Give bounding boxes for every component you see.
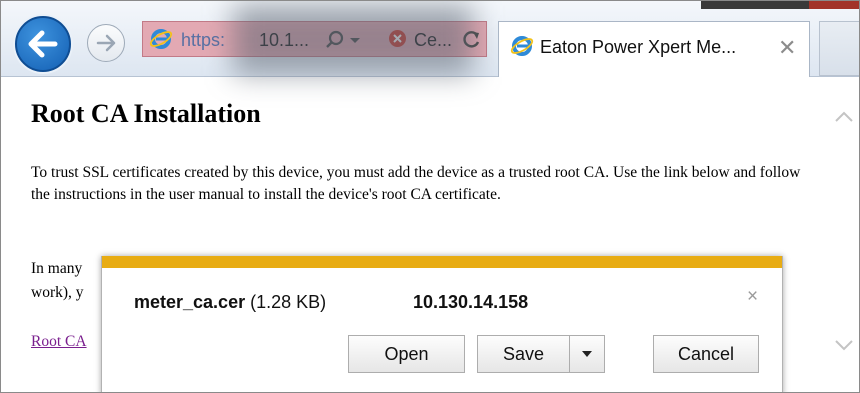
browser-window: https: 10.1... Ce... Eaton Power Xpert M… (0, 0, 860, 393)
paragraph-partial-line: work), y (31, 284, 84, 301)
intro-paragraph: To trust SSL certificates created by thi… (31, 164, 801, 203)
paragraph-partial-line: In many (31, 260, 83, 277)
download-notification-bar: meter_ca.cer (1.28 KB) 10.130.14.158 × O… (101, 256, 783, 392)
url-text: https: (181, 30, 226, 50)
download-close-icon[interactable]: × (747, 286, 758, 308)
cancel-button[interactable]: Cancel (653, 335, 759, 373)
browser-toolbar: https: 10.1... Ce... Eaton Power Xpert M… (1, 1, 859, 77)
download-host: 10.130.14.158 (413, 292, 529, 312)
ie-logo-icon (149, 29, 173, 49)
certificate-error-icon[interactable] (389, 30, 406, 47)
forward-button[interactable] (87, 24, 125, 62)
download-filename: meter_ca.cer (1.28 KB) (134, 292, 326, 313)
address-host-text: 10.1... (259, 30, 310, 50)
scroll-up-icon[interactable] (834, 109, 854, 123)
tab-close-icon[interactable]: ✕ (778, 35, 796, 61)
search-dropdown-icon[interactable] (324, 28, 372, 52)
refresh-icon[interactable] (460, 28, 482, 52)
download-filename-text: meter_ca.cer (134, 292, 246, 312)
chevron-down-icon (582, 351, 592, 357)
download-filesize: (1.28 KB) (250, 292, 327, 312)
page-title: Root CA Installation (31, 99, 261, 128)
back-button[interactable] (15, 16, 71, 72)
tab-title: Eaton Power Xpert Me... (540, 37, 737, 57)
save-button[interactable]: Save (477, 335, 569, 373)
root-ca-link[interactable]: Root CA (31, 333, 87, 351)
back-arrow-icon (28, 30, 58, 58)
certificate-error-text[interactable]: Ce... (414, 30, 452, 51)
forward-arrow-icon (96, 34, 116, 52)
save-options-dropdown[interactable] (569, 335, 605, 373)
download-bar-accent (102, 256, 782, 268)
open-button[interactable]: Open (348, 335, 465, 373)
tab-ie-logo-icon (510, 36, 534, 56)
scroll-down-icon[interactable] (834, 339, 854, 353)
new-tab-button[interactable] (819, 21, 859, 76)
window-close-control[interactable] (809, 1, 859, 9)
